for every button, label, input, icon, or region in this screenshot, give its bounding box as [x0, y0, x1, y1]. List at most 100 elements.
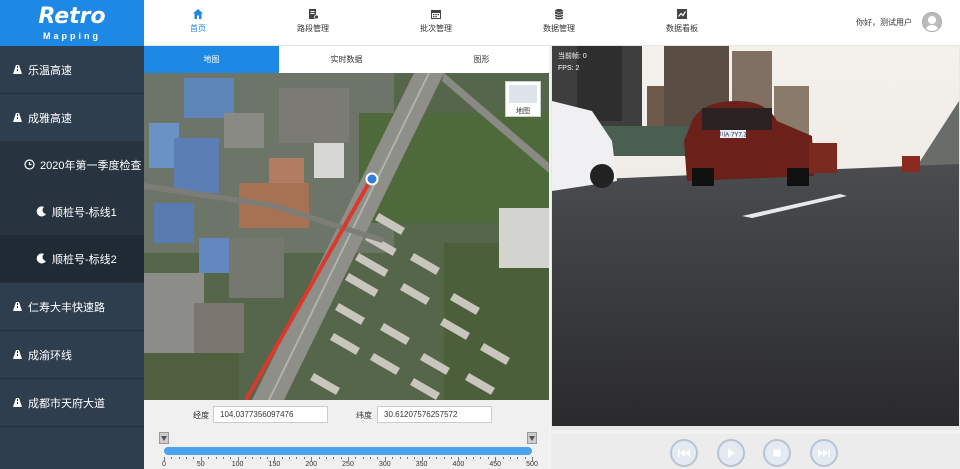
sidebar-group-chengya: 成雅高速 2020年第一季度检查 顺桩号-标线1 顺桩号-标线2	[0, 94, 144, 283]
road-icon	[10, 111, 24, 125]
app-logo[interactable]: Retro Mapping	[0, 0, 144, 46]
sidebar-item-lewen-highway[interactable]: 乐温高速	[0, 46, 144, 93]
slider-track[interactable]	[164, 447, 532, 455]
skip-back-button[interactable]	[670, 439, 698, 467]
slider-tick	[333, 457, 335, 459]
user-menu[interactable]: 你好，测试用户	[856, 12, 942, 32]
slider-end-handle[interactable]	[527, 432, 537, 444]
sidebar-group-chengyu: 成渝环线	[0, 331, 144, 379]
sidebar-item-batch-2020q1[interactable]: 2020年第一季度检查	[0, 141, 144, 188]
sidebar-item-tianfu-avenue[interactable]: 成都市天府大道	[0, 379, 144, 426]
frame-slider: 0 50 100 150 200 250 300 350 400 450 500	[144, 430, 549, 469]
nav-home[interactable]: 首页	[163, 8, 233, 34]
sidebar-item-label: 成雅高速	[28, 112, 72, 125]
stop-button[interactable]	[763, 439, 791, 467]
slider-tick	[281, 457, 283, 459]
current-frame-label: 当前帧: 0	[558, 53, 587, 60]
longitude-field[interactable]	[213, 406, 328, 423]
sidebar-item-renshou-road[interactable]: 仁寿大丰快速路	[0, 283, 144, 330]
slider-tick	[178, 457, 180, 459]
road-camera-image: 川A·7Y7.3	[552, 46, 959, 426]
slider-tick-label: 400	[452, 461, 465, 468]
sidebar-item-line-2[interactable]: 顺桩号-标线2	[0, 235, 144, 282]
slider-tick	[451, 457, 453, 459]
sidebar-item-label: 顺桩号-标线1	[52, 206, 117, 219]
frame-info: 当前帧: 0 FPS: 2	[558, 51, 587, 75]
map-type-toggle[interactable]: 地图	[505, 81, 541, 117]
slider-tick	[230, 457, 232, 459]
nav-label: 数据管理	[543, 24, 575, 33]
tab-realtime-data[interactable]: 实时数据	[279, 46, 414, 73]
nav-label: 数据看板	[666, 24, 698, 33]
satellite-map[interactable]: 地图	[144, 73, 549, 400]
slider-tick	[325, 457, 327, 459]
sidebar-group-tianfu: 成都市天府大道	[0, 379, 144, 427]
nav-road-management[interactable]: 路段管理	[278, 8, 348, 34]
tab-graphics[interactable]: 图形	[414, 46, 549, 73]
slider-tick	[487, 457, 489, 459]
slider-tick	[480, 457, 482, 459]
nav-data-management[interactable]: 数据管理	[524, 8, 594, 34]
slider-tick	[473, 457, 475, 459]
slider-tick	[399, 457, 401, 459]
clock-icon	[22, 158, 36, 172]
longitude-label: 经度	[193, 411, 209, 420]
sidebar-item-chengya-highway[interactable]: 成雅高速	[0, 94, 144, 141]
slider-tick	[252, 457, 254, 459]
slider-scale: 0 50 100 150 200 250 300 350 400 450 500	[162, 457, 538, 469]
playback-controls	[551, 434, 960, 469]
nav-label: 路段管理	[297, 24, 329, 33]
slider-start-handle[interactable]	[159, 432, 169, 444]
tab-map[interactable]: 地图	[144, 46, 279, 73]
road-icon	[10, 396, 24, 410]
slider-tick	[436, 457, 438, 459]
video-panel: 川A·7Y7.3 当前帧: 0 FPS: 2	[551, 46, 960, 430]
slider-tick-label: 250	[342, 461, 354, 468]
slider-tick	[259, 457, 261, 459]
slider-tick	[362, 457, 364, 459]
sidebar-group-renshou: 仁寿大丰快速路	[0, 283, 144, 331]
fps-label: FPS: 2	[558, 65, 580, 72]
logo-subtitle: Mapping	[43, 31, 101, 41]
slider-tick	[406, 457, 408, 459]
nav-data-board[interactable]: 数据看板	[647, 8, 717, 34]
sidebar-group-lewen: 乐温高速	[0, 46, 144, 94]
slider-tick	[370, 457, 372, 459]
moon-icon	[34, 205, 48, 219]
skip-forward-button[interactable]	[810, 439, 838, 467]
road-icon	[10, 63, 24, 77]
play-button[interactable]	[717, 439, 745, 467]
slider-tick-label: 0	[162, 461, 166, 468]
slider-tick-label: 100	[231, 461, 244, 468]
sidebar-item-label: 顺桩号-标线2	[52, 253, 117, 266]
sidebar-item-label: 2020年第一季度检查	[40, 159, 142, 172]
slider-tick	[289, 457, 291, 459]
coordinates-bar: 经度 纬度	[144, 400, 549, 430]
slider-tick	[318, 457, 320, 459]
road-icon	[10, 348, 24, 362]
road-doc-icon	[309, 9, 319, 20]
road-icon	[10, 300, 24, 314]
video-frame[interactable]: 川A·7Y7.3 当前帧: 0 FPS: 2	[552, 46, 959, 426]
user-greeting: 你好，测试用户	[856, 17, 912, 27]
slider-tick-label: 50	[196, 461, 205, 468]
latitude-field[interactable]	[377, 406, 492, 423]
slider-tick-label: 450	[489, 461, 502, 468]
slider-tick-label: 350	[415, 461, 428, 468]
slider-tick	[392, 457, 394, 459]
slider-tick	[377, 457, 379, 459]
slider-tick	[193, 457, 195, 459]
slider-tick	[208, 457, 210, 459]
sidebar-item-label: 乐温高速	[28, 64, 72, 77]
play-icon	[728, 448, 735, 458]
sidebar-item-label: 成渝环线	[28, 349, 72, 362]
sidebar-item-line-1[interactable]: 顺桩号-标线1	[0, 188, 144, 235]
nav-batch-management[interactable]: 批次管理	[401, 8, 471, 34]
slider-tick	[267, 457, 269, 459]
app-root: Retro Mapping 乐温高速 成雅高速 2020年第一季度检查 顺桩号-…	[0, 0, 960, 469]
moon-icon	[34, 252, 48, 266]
slider-tick	[355, 457, 357, 459]
avatar[interactable]	[922, 12, 942, 32]
sidebar-item-chengyu-ring[interactable]: 成渝环线	[0, 331, 144, 378]
nav-label: 首页	[190, 24, 206, 33]
